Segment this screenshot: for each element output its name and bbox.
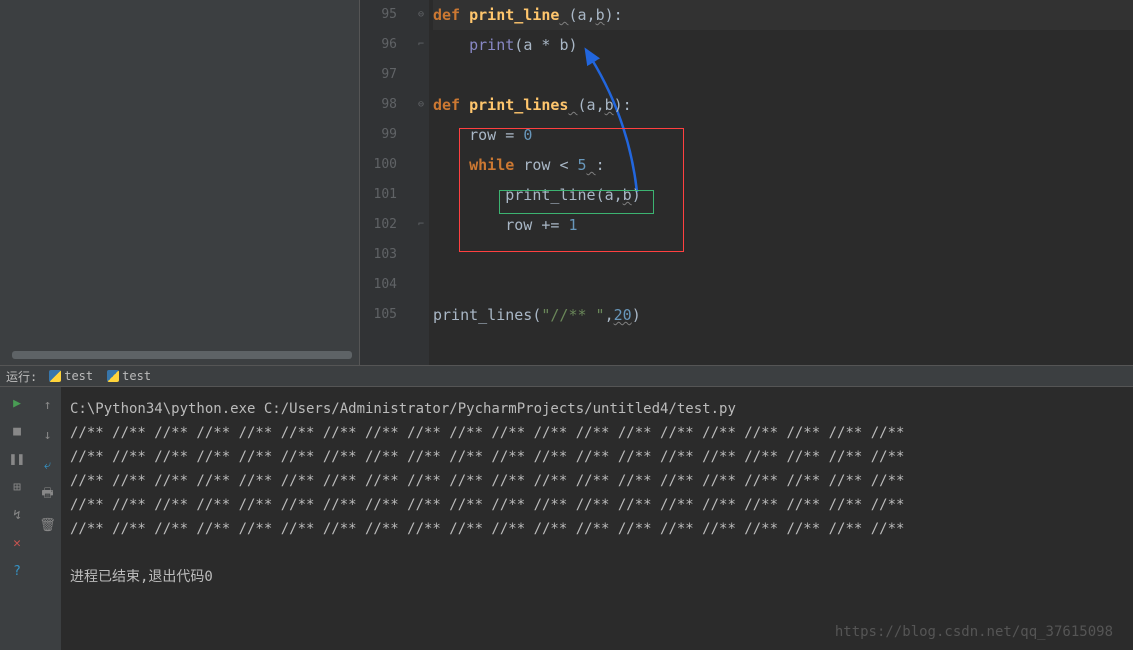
layout-icon[interactable]: ⊞ (9, 479, 25, 495)
console-toolbar-primary: ▶ ■ ❚❚ ⊞ ↯ ✕ ? (0, 387, 34, 650)
run-icon[interactable]: ▶ (9, 395, 25, 411)
line-number: 104 (360, 270, 397, 300)
python-icon (49, 370, 61, 382)
line-number: 97 (360, 60, 397, 90)
line-number: 99 (360, 120, 397, 150)
code-line[interactable]: def print_line (a,b): (433, 0, 1133, 30)
watermark: https://blog.csdn.net/qq_37615098 (835, 624, 1113, 640)
line-number: 101 (360, 180, 397, 210)
code-line[interactable] (433, 240, 1133, 270)
fold-icon[interactable]: ⌐ (416, 39, 426, 49)
code-line[interactable] (433, 60, 1133, 90)
wrap-icon[interactable]: ⤶ (40, 457, 56, 473)
fold-icon[interactable]: ⊖ (416, 9, 426, 19)
code-line[interactable]: row += 1 (433, 210, 1133, 240)
print-icon[interactable]: 🖶 (40, 487, 56, 503)
run-label: 运行: (6, 368, 37, 385)
code-area[interactable]: def print_line (a,b): print(a * b) def pr… (429, 0, 1133, 365)
fold-icon[interactable]: ⌐ (416, 219, 426, 229)
line-number: 100 (360, 150, 397, 180)
run-tab[interactable]: test (101, 369, 157, 383)
python-icon (107, 370, 119, 382)
project-sidebar[interactable] (0, 0, 360, 365)
console-output[interactable]: C:\Python34\python.exe C:/Users/Administ… (62, 387, 1133, 650)
line-number: 105 (360, 300, 397, 330)
line-number: 98 (360, 90, 397, 120)
help-icon[interactable]: ? (9, 563, 25, 579)
code-line[interactable] (433, 270, 1133, 300)
code-line[interactable]: print_line(a,b) (433, 180, 1133, 210)
code-line[interactable]: def print_lines (a,b): (433, 90, 1133, 120)
run-panel-header: 运行: test test (0, 365, 1133, 387)
up-icon[interactable]: ↑ (40, 397, 56, 413)
run-tab[interactable]: test (43, 369, 99, 383)
run-tab-label: test (64, 369, 93, 383)
fold-column: ⊖ ⌐ ⊖ ⌐ (415, 0, 429, 365)
console-container: ▶ ■ ❚❚ ⊞ ↯ ✕ ? ↑ ↓ ⤶ 🖶 🗑 C:\Python34\pyt… (0, 387, 1133, 650)
console-toolbar-secondary: ↑ ↓ ⤶ 🖶 🗑 (34, 387, 62, 650)
line-number: 103 (360, 240, 397, 270)
code-line[interactable]: while row < 5 : (433, 150, 1133, 180)
editor-container: 9596979899100101102103104105 ⊖ ⌐ ⊖ ⌐ def pr… (0, 0, 1133, 365)
line-number: 95 (360, 0, 397, 30)
down-icon[interactable]: ↓ (40, 427, 56, 443)
trash-icon[interactable]: 🗑 (40, 517, 56, 533)
line-number: 96 (360, 30, 397, 60)
close-icon[interactable]: ✕ (9, 535, 25, 551)
line-number: 102 (360, 210, 397, 240)
code-line[interactable]: print_lines("//** ",20) (433, 300, 1133, 330)
code-line[interactable]: print(a * b) (433, 30, 1133, 60)
run-tab-label: test (122, 369, 151, 383)
editor-area[interactable]: 9596979899100101102103104105 ⊖ ⌐ ⊖ ⌐ def pr… (360, 0, 1133, 365)
stop-icon[interactable]: ■ (9, 423, 25, 439)
code-line[interactable]: row = 0 (433, 120, 1133, 150)
link-icon[interactable]: ↯ (9, 507, 25, 523)
fold-icon[interactable]: ⊖ (416, 99, 426, 109)
pause-icon[interactable]: ❚❚ (9, 451, 25, 467)
line-gutter: 9596979899100101102103104105 (360, 0, 415, 365)
